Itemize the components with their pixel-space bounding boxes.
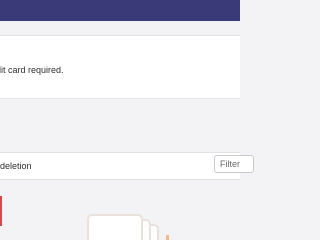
filter-input[interactable] — [214, 155, 254, 173]
list-toolbar — [0, 152, 240, 180]
app-header-bar — [0, 0, 240, 21]
illustration-accent — [166, 235, 169, 240]
illustration-card-front — [87, 214, 143, 240]
red-accent-edge — [0, 196, 2, 226]
toolbar-label: deletion — [0, 161, 32, 171]
empty-state-cards-illustration — [87, 214, 169, 240]
notice-text: dit card required. — [0, 65, 64, 75]
